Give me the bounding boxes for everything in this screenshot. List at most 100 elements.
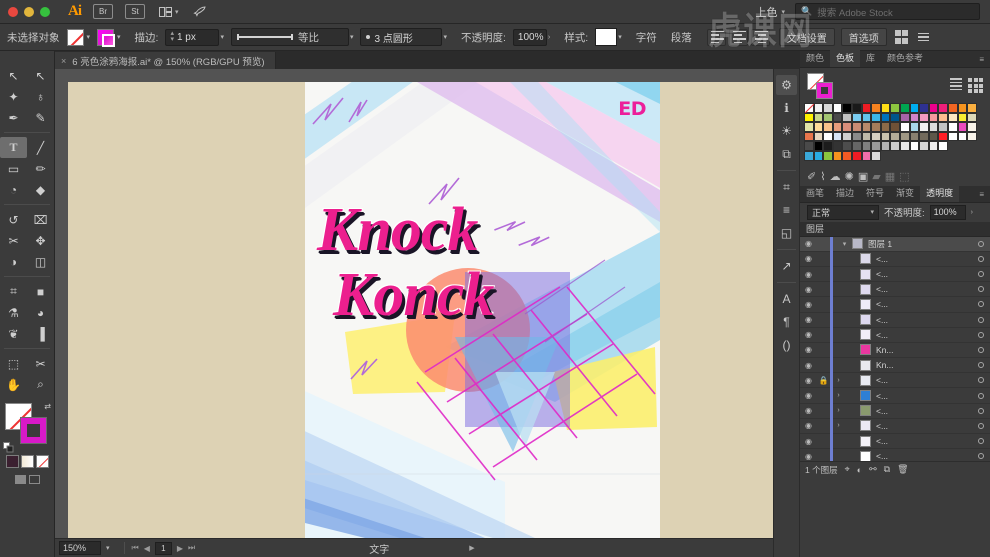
- workspace-switcher[interactable]: 上色 ▾: [755, 4, 785, 20]
- free-transform-tool[interactable]: ✥: [27, 230, 54, 251]
- color-swatch[interactable]: [909, 103, 920, 113]
- color-mode-button[interactable]: [5, 455, 19, 468]
- color-swatch[interactable]: [890, 103, 900, 113]
- gradient-cloud-icon[interactable]: ☁: [830, 170, 841, 183]
- style-caret-icon[interactable]: ▾: [618, 33, 622, 41]
- locate-object-icon[interactable]: ⌖: [845, 464, 850, 475]
- tab-libraries[interactable]: 库: [860, 48, 881, 67]
- normal-screen-mode-button[interactable]: [14, 475, 26, 484]
- color-swatch[interactable]: [928, 131, 939, 142]
- mesh-tool[interactable]: ⌗: [0, 281, 27, 302]
- line-segment-tool[interactable]: ╱: [27, 137, 54, 158]
- panel-opacity-input[interactable]: 100%: [929, 204, 966, 220]
- zoom-level-input[interactable]: 150%: [59, 541, 101, 555]
- layer-target-circle[interactable]: [978, 392, 984, 399]
- layer-visibility-icon[interactable]: ◉: [800, 315, 817, 324]
- tab-color-guide[interactable]: 颜色参考: [881, 48, 929, 67]
- color-swatch[interactable]: [948, 141, 958, 151]
- current-tool-status[interactable]: 文字: [369, 541, 389, 556]
- color-swatch[interactable]: [910, 151, 920, 161]
- align-left-icon[interactable]: [706, 28, 726, 46]
- tab-swatches[interactable]: 色板: [830, 48, 861, 67]
- layer-row[interactable]: ◉ <...: [800, 251, 990, 267]
- layer-target-circle[interactable]: [978, 453, 984, 460]
- color-swatch[interactable]: [890, 112, 900, 123]
- color-swatch[interactable]: [909, 131, 920, 142]
- tab-color[interactable]: 颜色: [800, 48, 830, 67]
- swap-fill-stroke-icon[interactable]: ⇄: [44, 402, 51, 411]
- artboard-tool[interactable]: ⬚: [0, 353, 27, 374]
- info-icon[interactable]: ℹ: [776, 98, 797, 118]
- color-swatch[interactable]: [832, 131, 843, 142]
- color-swatch[interactable]: [842, 131, 852, 142]
- arrange-grid-icon[interactable]: [894, 30, 909, 44]
- color-swatch[interactable]: [804, 112, 814, 123]
- close-window-button[interactable]: [8, 6, 18, 17]
- layer-visibility-icon[interactable]: ◉: [800, 330, 817, 339]
- color-swatch[interactable]: [804, 131, 814, 142]
- color-swatch[interactable]: [947, 103, 958, 113]
- layer-select-target[interactable]: [972, 331, 990, 338]
- layers-panel-tab[interactable]: 图层: [800, 221, 990, 237]
- folder-icon[interactable]: ▰: [872, 170, 880, 183]
- fill-caret-icon[interactable]: ▾: [87, 33, 91, 41]
- tab-stroke[interactable]: 描边: [830, 183, 860, 202]
- minimize-window-button[interactable]: [24, 6, 34, 17]
- color-swatch[interactable]: [861, 131, 872, 142]
- color-swatch[interactable]: [938, 103, 948, 113]
- layer-visibility-icon[interactable]: ◉: [800, 406, 817, 415]
- align-center-icon[interactable]: [728, 28, 748, 46]
- gradient-mode-button[interactable]: [20, 455, 34, 468]
- blend-mode-select[interactable]: 正常 ▾: [807, 204, 879, 220]
- graphic-style-swatch[interactable]: [595, 28, 618, 46]
- layer-target-circle[interactable]: [978, 255, 984, 262]
- none-mode-button[interactable]: [35, 455, 49, 468]
- document-setup-button[interactable]: 文档设置: [778, 28, 835, 46]
- layer-target-circle[interactable]: [978, 301, 984, 308]
- rectangle-tool[interactable]: ▭: [0, 158, 27, 179]
- color-swatch[interactable]: [938, 131, 948, 142]
- appearance-icon[interactable]: ☀: [776, 121, 797, 141]
- layer-select-target[interactable]: [972, 392, 990, 399]
- color-swatch[interactable]: [871, 122, 881, 132]
- layer-select-target[interactable]: [972, 316, 990, 323]
- layer-name[interactable]: <...: [876, 391, 888, 401]
- swatch-grid[interactable]: [800, 103, 990, 161]
- layer-name[interactable]: <...: [876, 436, 888, 446]
- curvature-tool[interactable]: ✎: [27, 107, 54, 128]
- layer-select-target[interactable]: [972, 240, 990, 247]
- color-swatch[interactable]: [967, 131, 977, 142]
- brush-caret-icon[interactable]: ▾: [443, 33, 447, 41]
- color-swatch[interactable]: [899, 131, 910, 142]
- brush-icon[interactable]: ✐: [807, 170, 816, 183]
- stock-search-input[interactable]: 🔍 搜索 Adobe Stock: [795, 3, 980, 20]
- color-swatch[interactable]: [851, 131, 862, 142]
- layer-row[interactable]: ◉ <...: [800, 296, 990, 313]
- color-swatch[interactable]: [842, 150, 852, 161]
- layer-name[interactable]: <...: [876, 269, 888, 279]
- color-swatch[interactable]: [900, 151, 910, 161]
- fullscreen-menubar-mode-button[interactable]: [28, 475, 40, 484]
- color-swatch[interactable]: [804, 141, 814, 151]
- transform-icon[interactable]: ⌗: [776, 177, 797, 197]
- poster-artwork[interactable]: ED Knock Konck: [305, 82, 660, 538]
- layer-visibility-icon[interactable]: ◉: [800, 300, 817, 309]
- color-swatch[interactable]: [813, 141, 824, 151]
- layer-expand-icon[interactable]: ›: [833, 422, 844, 429]
- color-swatch[interactable]: [938, 151, 948, 161]
- stock-button[interactable]: St: [125, 4, 145, 19]
- color-swatch[interactable]: [919, 112, 929, 123]
- color-swatch[interactable]: [880, 131, 891, 142]
- color-swatch[interactable]: [967, 112, 977, 123]
- layer-name[interactable]: <...: [876, 421, 888, 431]
- color-swatch[interactable]: [899, 141, 910, 151]
- color-swatch[interactable]: [947, 122, 958, 132]
- layer-select-target[interactable]: [972, 377, 990, 384]
- color-swatch[interactable]: [938, 141, 948, 151]
- color-swatch[interactable]: [871, 141, 881, 151]
- layer-expand-icon[interactable]: ›: [833, 377, 844, 384]
- panel-menu-icon[interactable]: [918, 32, 930, 42]
- color-swatch[interactable]: [823, 131, 833, 142]
- perspective-grid-tool[interactable]: ◫: [27, 251, 54, 272]
- list-view-icon[interactable]: [950, 78, 962, 93]
